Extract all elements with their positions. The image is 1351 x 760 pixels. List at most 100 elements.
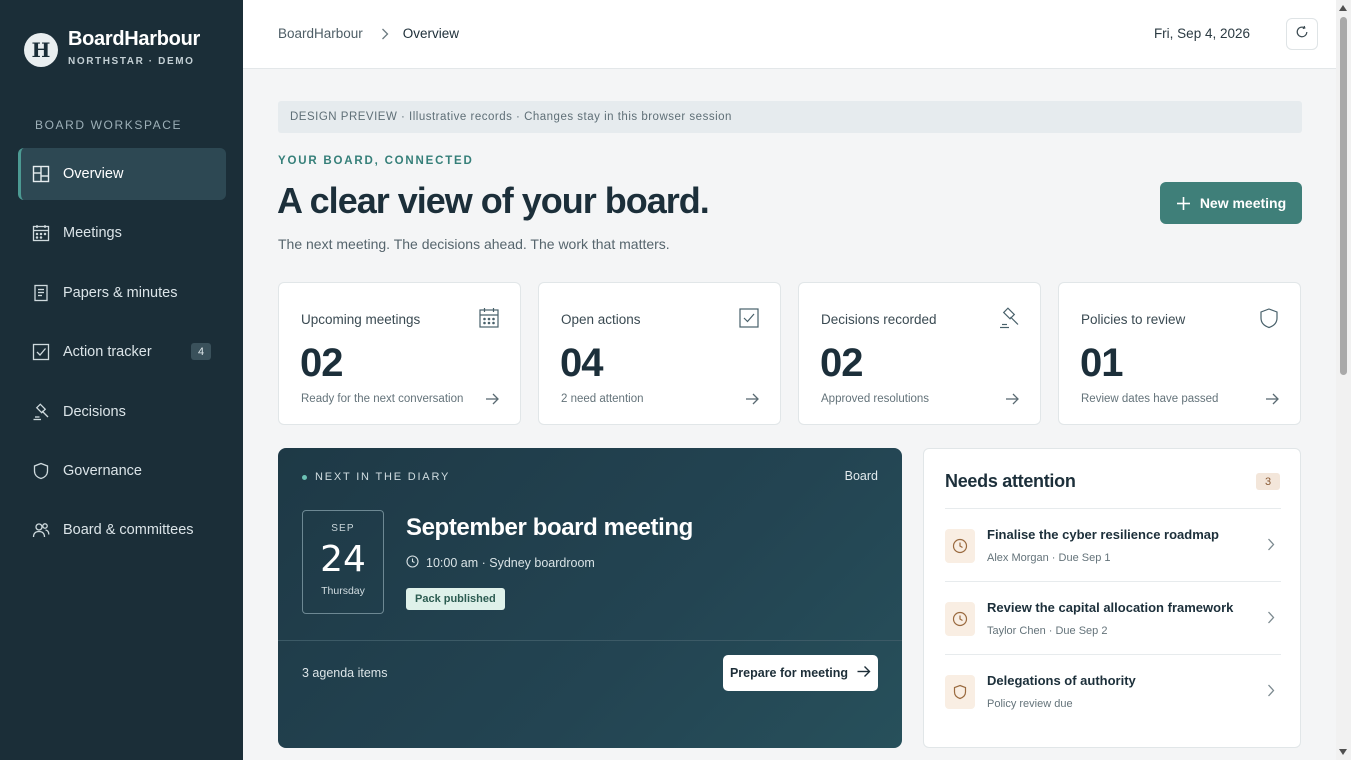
list-item[interactable]: Delegations of authority Policy review d… [945,654,1281,727]
agenda-count: 3 agenda items [302,666,388,680]
attention-item-title: Finalise the cyber resilience roadmap [987,527,1219,542]
sidebar-item-decisions[interactable]: Decisions [18,386,226,438]
breadcrumb: BoardHarbour Overview [278,26,459,41]
sidebar-item-label: Board & committees [63,522,194,539]
gavel-icon [32,402,50,421]
brand-logo: H [24,32,58,67]
scroll-thumb[interactable] [1340,17,1347,375]
scroll-up-arrow[interactable] [1339,5,1347,11]
stat-card-decisions-recorded[interactable]: Decisions recorded 02 Approved resolutio… [798,282,1041,425]
stat-label: Upcoming meetings [301,312,421,327]
sidebar-nav: Overview Meetings Papers & minutes Actio… [18,148,226,564]
gavel-icon [998,307,1020,329]
list-item[interactable]: Finalise the cyber resilience roadmap Al… [945,508,1281,581]
stat-label: Open actions [561,312,641,327]
sidebar-item-label: Overview [63,166,124,182]
clock-icon [945,529,975,563]
meeting-day: 24 [320,539,366,580]
stat-value: 01 [1080,341,1123,385]
refresh-icon [1295,25,1309,44]
attention-item-title: Delegations of authority [987,673,1136,688]
new-meeting-label: New meeting [1199,195,1287,211]
sidebar-item-governance[interactable]: Governance [18,445,226,497]
next-meeting-eyebrow: NEXT IN THE DIARY [302,471,450,483]
arrow-right-icon [1264,391,1280,407]
prepare-label: Prepare for meeting [729,666,849,680]
stat-note: Ready for the next conversation [301,393,464,405]
next-meeting-card: NEXT IN THE DIARY Board SEP 24 Thursday … [278,448,902,748]
checkbox-icon [32,343,50,361]
status-dot [302,474,307,480]
clock-icon [945,602,975,636]
layout-icon [32,165,50,183]
sidebar-item-label: Action tracker [63,344,152,361]
panel-title: Needs attention [945,471,1076,491]
next-meeting-eyebrow-text: NEXT IN THE DIARY [315,471,451,483]
breadcrumb-current: Overview [402,26,460,41]
prepare-for-meeting-button[interactable]: Prepare for meeting [723,655,878,691]
list-item[interactable]: Review the capital allocation framework … [945,581,1281,654]
shield-icon [32,462,50,480]
sidebar: H BoardHarbour NORTHSTAR · DEMO BOARD WO… [0,0,243,760]
stat-card-upcoming-meetings[interactable]: Upcoming meetings 02 Ready for the next … [278,282,521,425]
document-icon [32,284,50,302]
sidebar-item-action-tracker[interactable]: Action tracker 4 [18,326,226,378]
clock-icon [406,555,426,571]
stat-card-open-actions[interactable]: Open actions 04 2 need attention [538,282,781,425]
meeting-date-tile: SEP 24 Thursday [302,510,384,614]
meeting-title[interactable]: September board meeting [406,514,693,542]
chevron-right-icon [381,28,389,40]
sidebar-item-board-committees[interactable]: Board & committees [18,504,226,556]
attention-item-title: Review the capital allocation framework [987,600,1234,615]
page-title: A clear view of your board. [277,180,710,221]
attention-list: Finalise the cyber resilience roadmap Al… [945,508,1281,727]
arrow-right-icon [744,391,760,407]
arrow-right-icon [1004,391,1020,407]
needs-attention-panel: Needs attention 3 Finalise the cyber res… [923,448,1301,748]
stat-label: Policies to review [1081,312,1186,327]
arrow-right-icon [848,664,871,682]
brand[interactable]: H BoardHarbour NORTHSTAR · DEMO [24,28,200,67]
stat-card-policies-to-review[interactable]: Policies to review 01 Review dates have … [1058,282,1301,425]
attention-item-meta: Taylor Chen · Due Sep 2 [987,625,1108,637]
divider [278,640,902,641]
arrow-right-icon [484,391,500,407]
attention-item-meta: Policy review due [987,698,1073,710]
sidebar-item-papers[interactable]: Papers & minutes [18,267,226,319]
current-date: Fri, Sep 4, 2026 [1153,26,1250,41]
calendar-icon [478,307,500,329]
sidebar-item-overview[interactable]: Overview [18,148,226,200]
meeting-weekday: Thursday [321,585,365,597]
workspace-label: BOARD WORKSPACE [35,118,183,132]
sidebar-item-label: Papers & minutes [63,284,178,301]
page-subtitle: The next meeting. The decisions ahead. T… [278,236,670,252]
meeting-month: SEP [331,523,355,534]
new-meeting-button[interactable]: New meeting [1160,182,1302,224]
sidebar-item-meetings[interactable]: Meetings [18,207,226,259]
shield-icon [945,675,975,709]
chevron-right-icon [1267,684,1275,702]
preview-banner: DESIGN PREVIEW · Illustrative records · … [278,101,1302,133]
shield-icon [1258,307,1280,329]
meeting-time-text: 10:00 am · Sydney boardroom [426,556,595,570]
refresh-button[interactable] [1286,18,1318,50]
status-badge: Pack published [406,588,505,610]
brand-subtitle: NORTHSTAR · DEMO [68,56,195,67]
page-scrollbar[interactable] [1336,0,1351,760]
action-count-badge: 4 [191,343,211,361]
meeting-time: 10:00 am · Sydney boardroom [406,555,595,571]
brand-name: BoardHarbour [68,28,200,50]
sidebar-item-label: Governance [63,462,142,479]
plus-icon [1176,196,1191,211]
stat-value: 04 [560,341,603,385]
stat-note: Review dates have passed [1081,393,1219,405]
committee-label: Board [844,469,878,483]
sidebar-item-label: Decisions [63,403,126,420]
breadcrumb-root[interactable]: BoardHarbour [278,26,363,41]
people-icon [32,521,50,539]
chevron-right-icon [1267,611,1275,629]
page-eyebrow: YOUR BOARD, CONNECTED [278,155,474,167]
sidebar-item-label: Meetings [63,225,122,242]
scroll-down-arrow[interactable] [1339,749,1347,755]
stat-value: 02 [820,341,863,385]
